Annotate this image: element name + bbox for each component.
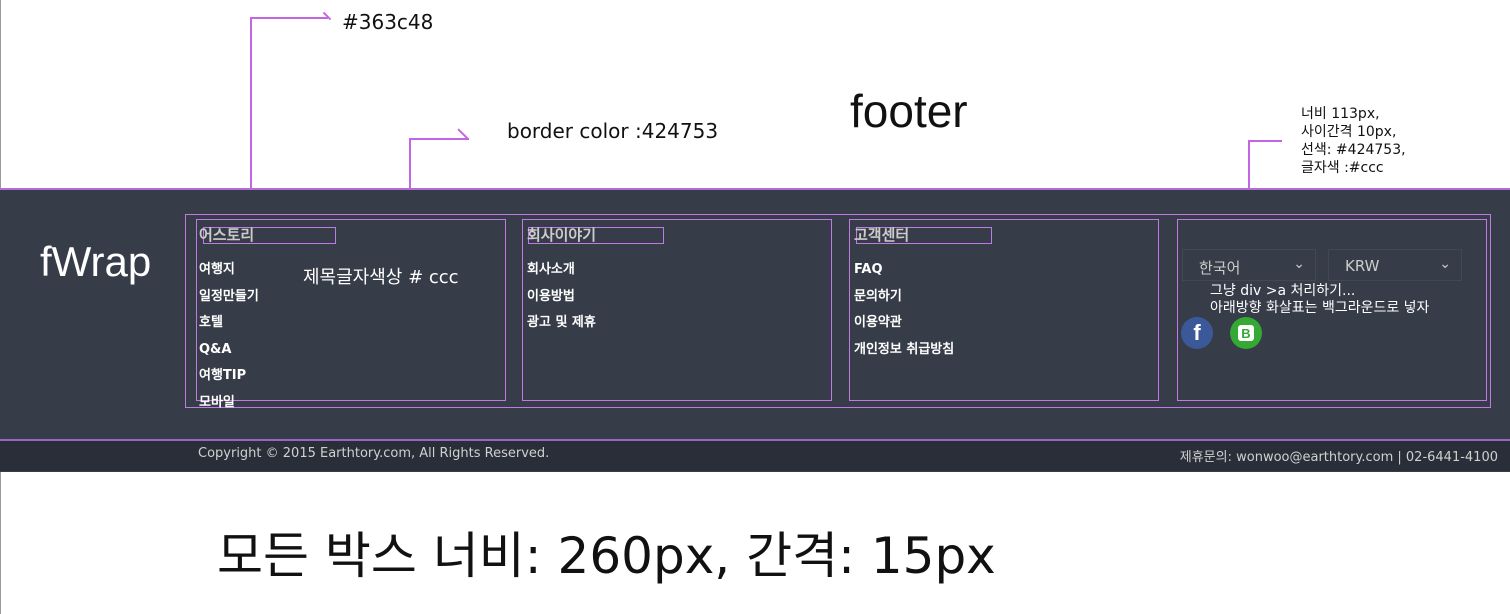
guide-line	[1248, 140, 1282, 142]
blog-icon-glyph: B	[1238, 325, 1254, 341]
border-color-annotation: border color :424753	[507, 119, 719, 143]
select-spec-line: 선색: #424753,	[1301, 142, 1406, 158]
currency-value: KRW	[1345, 257, 1380, 275]
footer-top-border	[0, 188, 1510, 190]
footer-link-hotel[interactable]: 호텔	[199, 310, 259, 337]
fwrap-annotation: fWrap	[40, 238, 152, 285]
column-title: 고객센터	[854, 226, 910, 244]
footer-link-inquiry[interactable]: 문의하기	[854, 284, 954, 311]
blog-icon[interactable]: B	[1230, 317, 1262, 349]
color-annotation: #363c48	[342, 10, 434, 34]
select-spec-line: 글자색 :#ccc	[1301, 160, 1384, 176]
footer-link-faq[interactable]: FAQ	[854, 257, 954, 284]
footer-link-howto[interactable]: 이용방법	[527, 284, 596, 311]
chevron-down-icon: ⌄	[1439, 256, 1451, 272]
select-implementation-note: 그냥 div >a 처리하기... 아래방향 화살표는 백그라운드로 넣자	[1210, 283, 1429, 317]
guide-line	[250, 17, 328, 19]
footer-link-tips[interactable]: 여행TIP	[199, 363, 259, 390]
column-links: 회사소개 이용방법 광고 및 제휴	[527, 257, 596, 337]
footer-link-mobile[interactable]: 모바일	[199, 390, 259, 417]
footer-separator	[0, 439, 1510, 441]
note-line: 아래방향 화살표는 백그라운드로 넣자	[1210, 300, 1430, 316]
footer-link-destinations[interactable]: 여행지	[199, 257, 259, 284]
language-value: 한국어	[1199, 259, 1241, 277]
column-title: 회사이야기	[527, 226, 597, 244]
contact-info: 제휴문의: wonwoo@earthtory.com | 02-6441-410…	[1179, 450, 1498, 465]
select-spec-line: 너비 113px,	[1301, 106, 1380, 122]
select-spec-annotation: 너비 113px, 사이간격 10px, 선색: #424753, 글자색 :#…	[1301, 105, 1406, 177]
guide-line	[409, 138, 469, 140]
box-size-annotation: 모든 박스 너비: 260px, 간격: 15px	[217, 527, 996, 585]
chevron-down-icon: ⌄	[1293, 256, 1305, 272]
footer-annotation: footer	[850, 85, 968, 137]
select-spec-line: 사이간격 10px,	[1301, 124, 1397, 140]
language-select[interactable]: 한국어 ⌄	[1182, 249, 1316, 281]
guide-line	[250, 17, 252, 207]
column-title: 어스토리	[199, 226, 255, 244]
note-line: 그냥 div >a 처리하기...	[1210, 283, 1356, 299]
footer-link-privacy[interactable]: 개인정보 취급방침	[854, 337, 954, 364]
column-links: 여행지 일정만들기 호텔 Q&A 여행TIP 모바일	[199, 257, 259, 416]
footer-link-planner[interactable]: 일정만들기	[199, 284, 259, 311]
facebook-icon[interactable]: f	[1181, 317, 1213, 349]
title-color-annotation: 제목글자색상 # ccc	[303, 267, 459, 288]
currency-select[interactable]: KRW ⌄	[1328, 249, 1462, 281]
footer-link-qna[interactable]: Q&A	[199, 337, 259, 364]
footer-link-ads[interactable]: 광고 및 제휴	[527, 310, 596, 337]
footer-link-terms[interactable]: 이용약관	[854, 310, 954, 337]
copyright-text: Copyright © 2015 Earthtory.com, All Righ…	[198, 446, 550, 461]
column-links: FAQ 문의하기 이용약관 개인정보 취급방침	[854, 257, 954, 363]
footer-link-about[interactable]: 회사소개	[527, 257, 596, 284]
